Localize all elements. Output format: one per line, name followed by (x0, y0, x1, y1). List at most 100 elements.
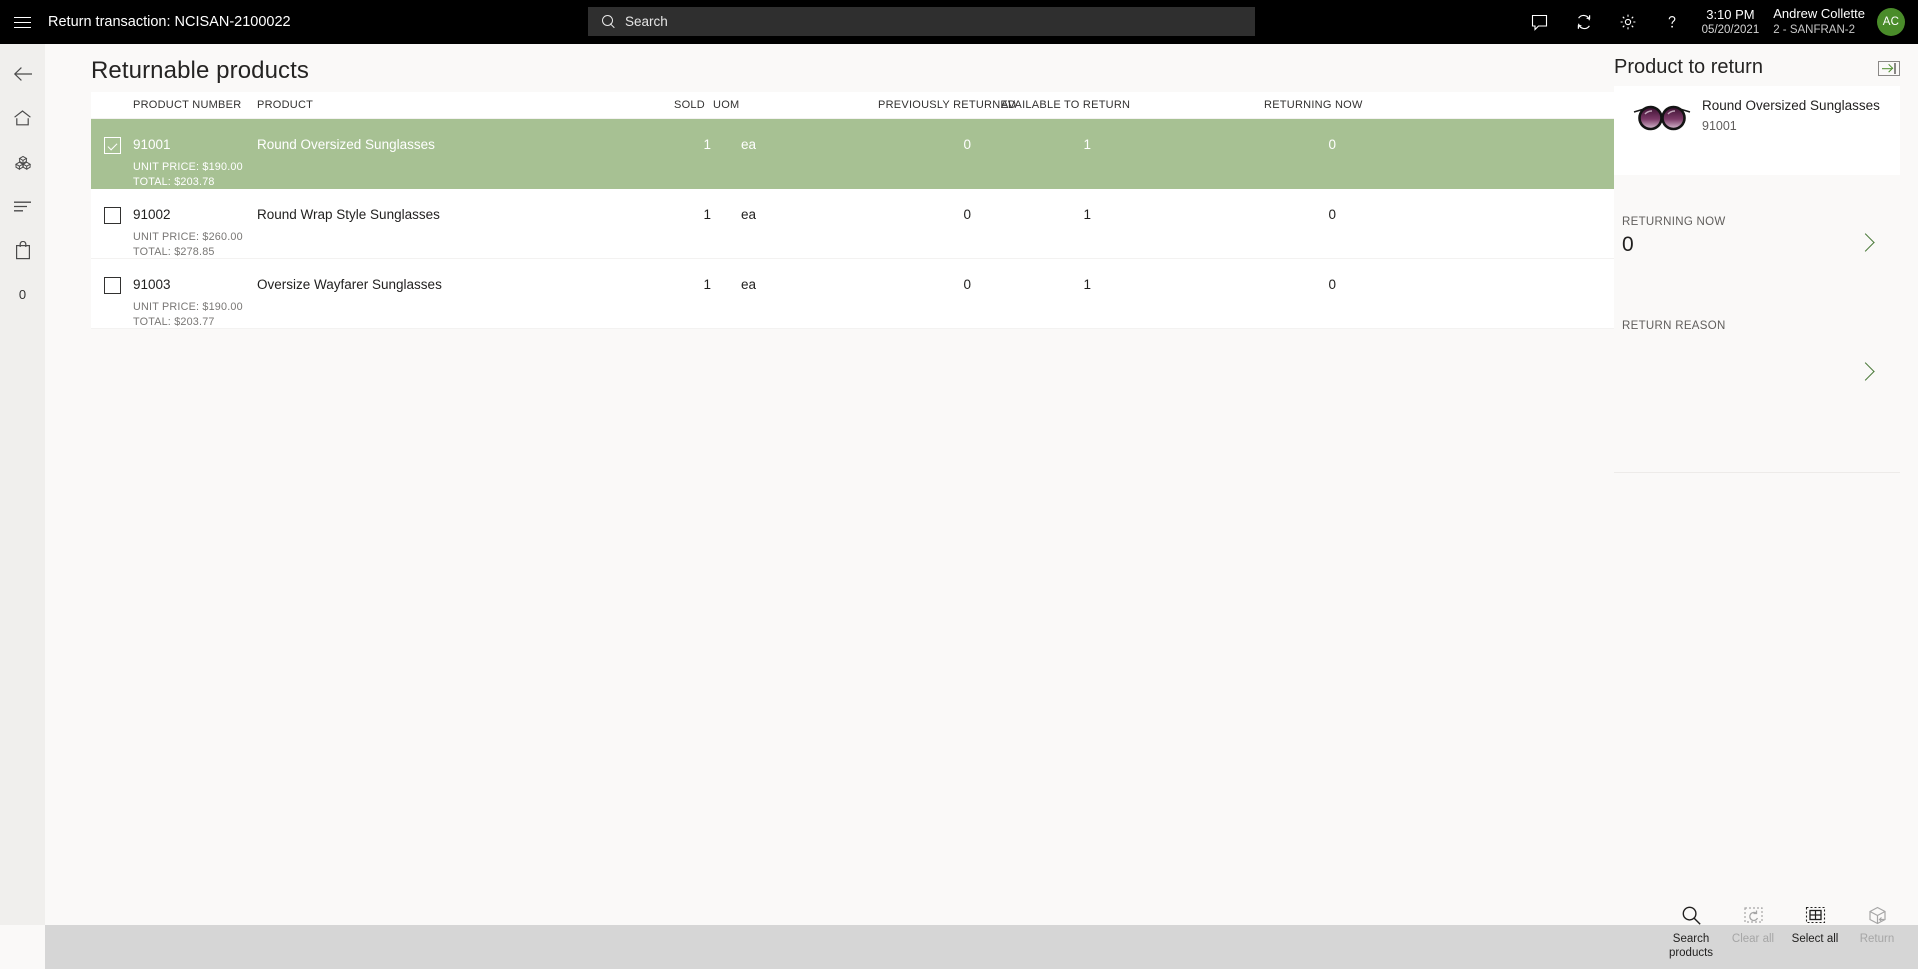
top-app-bar: Return transaction: NCISAN-2100022 Searc… (0, 0, 1918, 44)
clear-all-icon (1743, 903, 1764, 927)
returning-now-value: 0 (1622, 233, 1634, 256)
cell-product: Round Oversized Sunglasses (257, 137, 435, 152)
home-icon[interactable] (0, 96, 45, 140)
panel-title: Product to return (1614, 56, 1763, 78)
column-header-uom[interactable]: UOM (713, 99, 739, 111)
search-products-button[interactable]: Search products (1660, 893, 1722, 961)
return-reason-field[interactable]: RETURN REASON (1614, 320, 1900, 390)
expand-panel-icon[interactable] (1878, 61, 1900, 76)
panel-divider (1614, 472, 1900, 473)
table-row[interactable]: 91001 Round Oversized Sunglasses 1 ea 0 … (91, 119, 1622, 189)
cell-total: TOTAL: $203.78 (133, 176, 215, 188)
panel-product-name: Round Oversized Sunglasses (1702, 98, 1880, 113)
cell-unit-price: UNIT PRICE: $260.00 (133, 231, 243, 243)
select-all-label: Select all (1791, 933, 1839, 945)
return-button[interactable]: Return (1846, 893, 1908, 946)
grid-header-row: PRODUCT NUMBER PRODUCT SOLD UOM PREVIOUS… (91, 92, 1622, 119)
column-header-returning-now[interactable]: RETURNING NOW (1264, 99, 1363, 111)
cell-sold: 1 (703, 207, 711, 222)
cell-available-to-return: 1 (1083, 137, 1091, 152)
cell-unit-price: UNIT PRICE: $190.00 (133, 301, 243, 313)
avatar[interactable]: AC (1877, 8, 1905, 36)
clear-all-label: Clear all (1731, 933, 1775, 945)
return-box-icon (1867, 903, 1888, 927)
cell-product: Round Wrap Style Sunglasses (257, 207, 440, 222)
column-header-available-to-return[interactable]: AVAILABLE TO RETURN (1001, 99, 1130, 111)
cell-product-number: 91002 (133, 207, 171, 222)
product-to-return-panel: Product to return Round Oversized Sungla… (1614, 44, 1918, 925)
select-all-grid-icon (1805, 903, 1826, 927)
column-header-product[interactable]: PRODUCT (257, 99, 313, 111)
returning-now-label: RETURNING NOW (1622, 216, 1726, 228)
cell-previously-returned: 0 (963, 207, 971, 222)
user-info[interactable]: Andrew Collette 2 - SANFRAN-2 (1773, 6, 1865, 38)
cell-returning-now: 0 (1328, 277, 1336, 292)
search-icon (602, 14, 616, 29)
hamburger-icon[interactable] (0, 0, 44, 44)
cell-sold: 1 (703, 137, 711, 152)
cell-product-number: 91001 (133, 137, 171, 152)
magnifier-icon (1681, 903, 1702, 927)
cell-total: TOTAL: $203.77 (133, 316, 215, 328)
row-checkbox[interactable] (104, 207, 121, 224)
return-label: Return (1859, 933, 1895, 945)
cell-previously-returned: 0 (963, 137, 971, 152)
row-checkbox[interactable] (104, 137, 121, 154)
chevron-right-icon (1856, 362, 1875, 381)
cell-product-number: 91003 (133, 277, 171, 292)
grid-body: 91001 Round Oversized Sunglasses 1 ea 0 … (91, 119, 1622, 329)
bottom-command-group: Search products Clear all Select all Ret… (1660, 893, 1908, 969)
user-store: 2 - SANFRAN-2 (1773, 23, 1856, 36)
return-reason-label: RETURN REASON (1622, 320, 1726, 332)
sunglasses-thumbnail (1633, 105, 1691, 131)
message-icon[interactable] (1518, 0, 1562, 44)
journal-lines-icon[interactable] (0, 184, 45, 228)
bottom-command-bar: Search products Clear all Select all Ret… (45, 906, 1918, 969)
table-row[interactable]: 91003 Oversize Wayfarer Sunglasses 1 ea … (91, 259, 1622, 329)
table-row[interactable]: 91002 Round Wrap Style Sunglasses 1 ea 0… (91, 189, 1622, 259)
clock-time: 3:10 PM (1706, 6, 1755, 22)
search-placeholder: Search (625, 14, 668, 29)
products-cubes-icon[interactable] (0, 140, 45, 184)
cell-total: TOTAL: $278.85 (133, 246, 215, 258)
clear-all-button[interactable]: Clear all (1722, 893, 1784, 946)
page-header-title: Return transaction: NCISAN-2100022 (48, 14, 291, 30)
cell-available-to-return: 1 (1083, 207, 1091, 222)
cell-available-to-return: 1 (1083, 277, 1091, 292)
column-header-product-number[interactable]: PRODUCT NUMBER (133, 99, 241, 111)
cart-count[interactable]: 0 (0, 272, 45, 316)
search-products-label: Search products (1668, 933, 1714, 960)
cell-previously-returned: 0 (963, 277, 971, 292)
back-arrow-icon[interactable] (0, 52, 45, 96)
cell-returning-now: 0 (1328, 137, 1336, 152)
sync-icon[interactable] (1562, 0, 1606, 44)
select-all-button[interactable]: Select all (1784, 893, 1846, 946)
rail-bottom-filler (0, 881, 45, 925)
left-navigation-rail: 0 (0, 44, 45, 925)
column-header-previously-returned[interactable]: PREVIOUSLY RETURNED (878, 99, 1016, 111)
topbar-right-cluster: 3:10 PM 05/20/2021 Andrew Collette 2 - S… (1518, 0, 1918, 44)
cell-uom: ea (741, 277, 757, 292)
user-name: Andrew Collette (1773, 6, 1865, 22)
settings-gear-icon[interactable] (1606, 0, 1650, 44)
cell-sold: 1 (703, 277, 711, 292)
cell-uom: ea (741, 207, 757, 222)
selected-product-card: Round Oversized Sunglasses 91001 (1614, 86, 1900, 175)
row-checkbox[interactable] (104, 277, 121, 294)
cell-returning-now: 0 (1328, 207, 1336, 222)
cart-count-label: 0 (18, 286, 27, 302)
column-header-sold[interactable]: SOLD (674, 99, 705, 111)
clock: 3:10 PM 05/20/2021 (1702, 7, 1760, 38)
panel-product-number: 91001 (1702, 119, 1737, 133)
returning-now-field[interactable]: RETURNING NOW 0 (1614, 216, 1900, 286)
chevron-right-icon (1856, 233, 1875, 252)
page-title: Returnable products (91, 57, 310, 84)
global-search-input[interactable]: Search (588, 7, 1255, 36)
cell-uom: ea (741, 137, 757, 152)
returnable-products-grid: PRODUCT NUMBER PRODUCT SOLD UOM PREVIOUS… (91, 92, 1622, 329)
cell-product: Oversize Wayfarer Sunglasses (257, 277, 442, 292)
bag-icon[interactable] (0, 228, 45, 272)
clock-date: 05/20/2021 (1701, 23, 1760, 36)
cell-unit-price: UNIT PRICE: $190.00 (133, 161, 243, 173)
help-question-icon[interactable] (1650, 0, 1694, 44)
